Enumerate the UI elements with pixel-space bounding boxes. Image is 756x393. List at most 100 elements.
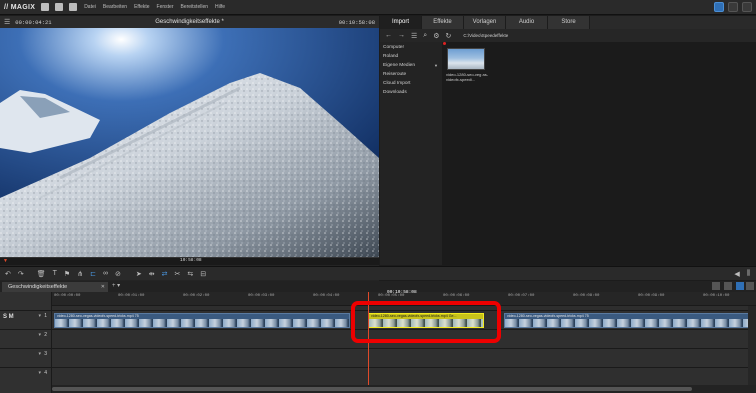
track-expand-icon[interactable]: ▾ (38, 332, 41, 338)
ruler-tick: 00:00:06:00 (443, 294, 470, 298)
view-mode-icon[interactable] (712, 282, 720, 290)
menu-share[interactable]: Bereitstellen (181, 4, 209, 10)
search-icon[interactable]: ⌕ (423, 32, 427, 40)
tab-store[interactable]: Store (548, 16, 590, 29)
sidebar-item-cloud-import[interactable]: Cloud Import (380, 78, 442, 87)
ruler-tick: 00:00:05:00 (378, 294, 405, 298)
ruler-tick: 00:00:04:00 (313, 294, 340, 298)
monitor-header: ☰ 00:00:04:21 Geschwindigkeitseffekte * … (0, 16, 379, 28)
tab-import[interactable]: Import (380, 16, 422, 29)
track-header[interactable]: ▾ 4 (0, 367, 52, 386)
path-field[interactable]: C:\Video\Speedeffekte (463, 33, 508, 38)
unlink-icon[interactable]: ⊘ (115, 270, 121, 278)
track-expand-icon[interactable]: ▾ (38, 313, 41, 319)
redo-icon[interactable]: ↷ (18, 270, 24, 278)
track-number: 1 (44, 313, 47, 319)
file-label: video-1280-seo-veg as-videofx-speedi... (446, 72, 489, 82)
scrubber-marker-icon[interactable]: ▼ (3, 258, 8, 264)
clip-thumbnails (55, 319, 349, 327)
multicam-icon[interactable] (746, 282, 754, 290)
add-tab-icon[interactable]: + ▾ (112, 282, 120, 289)
back-arrow-icon[interactable]: ← (385, 32, 392, 39)
refresh-icon[interactable]: ↻ (445, 32, 451, 40)
new-file-icon[interactable] (41, 3, 50, 11)
solo-mute-toggle[interactable]: S M (3, 314, 14, 320)
ruler-tick: 00:00:02:00 (183, 294, 210, 298)
storyboard-icon[interactable] (724, 282, 732, 290)
sidebar-item-my-media[interactable]: Eigene Medien ▼ (380, 60, 442, 69)
mixer-icon[interactable]: ⫼ (747, 270, 750, 278)
forward-arrow-icon[interactable]: → (398, 32, 405, 39)
marker-icon[interactable]: ⚑ (64, 270, 70, 278)
open-folder-icon[interactable] (55, 3, 64, 11)
menu-window[interactable]: Fenster (157, 4, 174, 10)
menu-edit[interactable]: Bearbeiten (103, 4, 127, 10)
gear-icon[interactable]: ⚙ (433, 32, 439, 40)
project-tab-row: Geschwindigkeitseffekte ✕ + ▾ (0, 281, 756, 292)
export-icon[interactable] (742, 2, 752, 12)
file-thumbnail[interactable] (447, 48, 485, 70)
track-number: 3 (44, 351, 47, 357)
scrubber-timecode: 10:58:08 (180, 258, 202, 263)
track-expand-icon[interactable]: ▾ (38, 351, 41, 357)
ripple-icon[interactable]: ⇆ (187, 270, 193, 278)
sidebar-item-label: Eigene Medien (383, 63, 416, 68)
empty-track[interactable] (52, 348, 756, 367)
project-tab[interactable]: Geschwindigkeitseffekte ✕ (2, 282, 108, 292)
cut-icon[interactable]: ✂ (174, 270, 180, 278)
link-icon[interactable]: ∞ (103, 270, 108, 277)
track-expand-icon[interactable]: ▾ (38, 370, 41, 376)
new-indicator-dot (443, 42, 446, 45)
pointer-icon[interactable]: ➤ (136, 270, 142, 278)
video-clip[interactable]: video-1280-seo-vegas-videofx-speed-trick… (504, 313, 750, 328)
sidebar-item-roland[interactable]: Roland (380, 51, 442, 60)
title-icon[interactable]: T (53, 270, 57, 277)
sidebar-item-downloads[interactable]: Downloads (380, 87, 442, 96)
preview-monitor: ☰ 00:00:04:21 Geschwindigkeitseffekte * … (0, 16, 379, 281)
delete-icon[interactable]: 🗑 (37, 270, 46, 278)
menu-effects[interactable]: Effekte (134, 4, 149, 10)
pool-toolbar: ← → ☰ ⌕ ⚙ ↻ C:\Video\Speedeffekte (380, 29, 756, 42)
tab-templates[interactable]: Vorlagen (464, 16, 506, 29)
scrollbar-thumb[interactable] (52, 387, 692, 391)
track-header[interactable]: S M ▾ 1 (0, 310, 52, 329)
tab-effects[interactable]: Effekte (422, 16, 464, 29)
settings-icon[interactable] (728, 2, 738, 12)
ruler-tick: 00:00:03:00 (248, 294, 275, 298)
undo-icon[interactable]: ↶ (5, 270, 11, 278)
tab-audio[interactable]: Audio (506, 16, 548, 29)
video-clip[interactable]: video-1280-seo-vegas-videofx-speed-trick… (54, 313, 350, 328)
video-preview[interactable] (0, 28, 379, 257)
volume-icon[interactable]: ◀ (734, 270, 739, 278)
ruler-tick: 00:00:10:00 (703, 294, 730, 298)
app-window: // MAGIX Datei Bearbeiten Effekte Fenste… (0, 0, 756, 393)
chevron-down-icon[interactable]: ▼ (434, 63, 438, 68)
horizontal-scrollbar[interactable] (52, 385, 756, 393)
sidebar-item-route[interactable]: Reiseroute (380, 69, 442, 78)
track-number: 4 (44, 370, 47, 376)
vertical-scrollbar[interactable] (748, 306, 756, 385)
track-header[interactable]: ▾ 2 (0, 329, 52, 348)
ruler-tick: 00:00:00:00 (54, 294, 81, 298)
menu-file[interactable]: Datei (84, 4, 96, 10)
close-icon[interactable]: ✕ (101, 282, 105, 292)
insert-icon[interactable]: ⊟ (200, 270, 206, 278)
assistant-icon[interactable] (714, 2, 724, 12)
menu-bar: // MAGIX Datei Bearbeiten Effekte Fenste… (0, 0, 756, 15)
track-header[interactable]: ▾ 3 (0, 348, 52, 367)
sidebar-item-computer[interactable]: Computer (380, 42, 442, 51)
empty-track[interactable] (52, 367, 756, 385)
range-icon[interactable]: ⇹ (149, 270, 155, 278)
monitor-scrubber[interactable]: ▼ 10:58:08 (0, 257, 379, 265)
mouse-mode-icon[interactable]: ⇄ (162, 270, 168, 278)
timeline-toolbar: ↶ ↷ 🗑 T ⚑ ⋔ ⊏ ∞ ⊘ ➤ ⇹ ⇄ ✂ ⇆ ⊟ ◀ ⫼ (0, 266, 756, 280)
timeline-mode-icon[interactable] (736, 282, 744, 290)
ruler-tick: 00:00:07:00 (508, 294, 535, 298)
group-icon[interactable]: ⊏ (90, 270, 96, 278)
list-view-icon[interactable]: ☰ (411, 32, 417, 40)
menu-help[interactable]: Hilfe (215, 4, 225, 10)
save-icon[interactable] (69, 3, 78, 11)
clip-title: video-1280-seo-vegas-videofx-speed-trick… (507, 314, 589, 318)
split-icon[interactable]: ⋔ (77, 270, 83, 278)
project-tab-label: Geschwindigkeitseffekte (8, 284, 68, 290)
